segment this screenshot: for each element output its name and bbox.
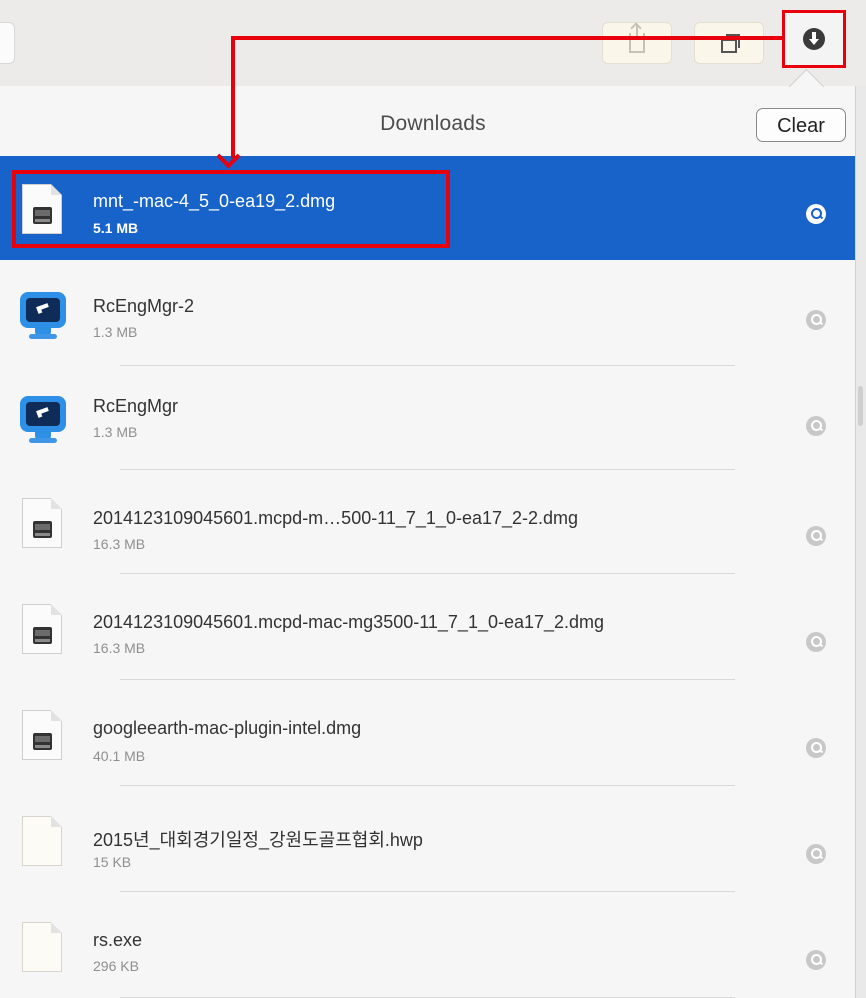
download-item[interactable]: 2014123109045601.mcpd-m…500-11_7_1_0-ea1… <box>0 470 855 574</box>
browser-toolbar <box>0 0 866 87</box>
reveal-in-finder-icon[interactable] <box>806 204 826 224</box>
download-size: 40.1 MB <box>93 748 146 764</box>
app-icon <box>20 394 66 444</box>
reveal-in-finder-icon[interactable] <box>806 950 826 970</box>
download-filename: 2015년_대회경기일정_강원도골프협회.hwp <box>93 830 423 850</box>
row-divider <box>120 891 735 892</box>
disk-image-icon <box>22 604 64 654</box>
download-size: 296 KB <box>93 958 139 974</box>
document-icon <box>22 922 64 972</box>
reveal-in-finder-icon[interactable] <box>806 844 826 864</box>
download-size: 1.3 MB <box>93 324 138 340</box>
document-icon <box>22 816 64 866</box>
download-filename: RcEngMgr <box>93 396 179 416</box>
reveal-in-finder-icon[interactable] <box>806 738 826 758</box>
row-divider <box>120 573 735 574</box>
app-icon <box>20 290 66 340</box>
reveal-in-finder-icon[interactable] <box>806 416 826 436</box>
scroll-knob[interactable] <box>858 386 863 426</box>
show-tabs-button[interactable] <box>694 22 764 64</box>
clear-button[interactable]: Clear <box>756 108 846 142</box>
annotation-highlight-box <box>12 170 450 248</box>
downloads-button[interactable] <box>782 10 846 68</box>
download-filename: 2014123109045601.mcpd-mac-mg3500-11_7_1_… <box>93 612 605 632</box>
download-size: 15 KB <box>93 854 132 870</box>
download-item[interactable]: 2015년_대회경기일정_강원도골프협회.hwp 15 KB <box>0 788 855 892</box>
download-item[interactable]: RcEngMgr-2 1.3 MB <box>0 262 855 366</box>
downloads-icon <box>803 28 825 50</box>
download-item[interactable]: 2014123109045601.mcpd-mac-mg3500-11_7_1_… <box>0 576 855 680</box>
row-divider <box>120 785 735 786</box>
download-item[interactable]: googleearth-mac-plugin-intel.dmg 40.1 MB <box>0 682 855 786</box>
reveal-in-finder-icon[interactable] <box>806 310 826 330</box>
download-filename: 2014123109045601.mcpd-m…500-11_7_1_0-ea1… <box>93 508 579 528</box>
download-filename: RcEngMgr-2 <box>93 296 195 316</box>
share-button[interactable] <box>602 22 672 64</box>
popover-title: Downloads <box>380 112 486 135</box>
tabs-icon <box>721 34 740 53</box>
download-filename: googleearth-mac-plugin-intel.dmg <box>93 718 362 738</box>
disk-image-icon <box>22 498 64 548</box>
annotation-arrow-horizontal <box>231 36 782 40</box>
right-scroll-edge <box>855 86 866 998</box>
download-item[interactable]: RcEngMgr 1.3 MB <box>0 366 855 470</box>
download-size: 16.3 MB <box>93 536 146 552</box>
annotation-arrow-vertical <box>231 36 235 158</box>
toolbar-left-control[interactable] <box>0 22 15 64</box>
reveal-in-finder-icon[interactable] <box>806 632 826 652</box>
disk-image-icon <box>22 710 64 760</box>
download-size: 1.3 MB <box>93 424 138 440</box>
reveal-in-finder-icon[interactable] <box>806 526 826 546</box>
download-filename: rs.exe <box>93 930 143 950</box>
row-divider <box>120 679 735 680</box>
download-item[interactable]: rs.exe 296 KB <box>0 894 855 998</box>
download-size: 16.3 MB <box>93 640 146 656</box>
